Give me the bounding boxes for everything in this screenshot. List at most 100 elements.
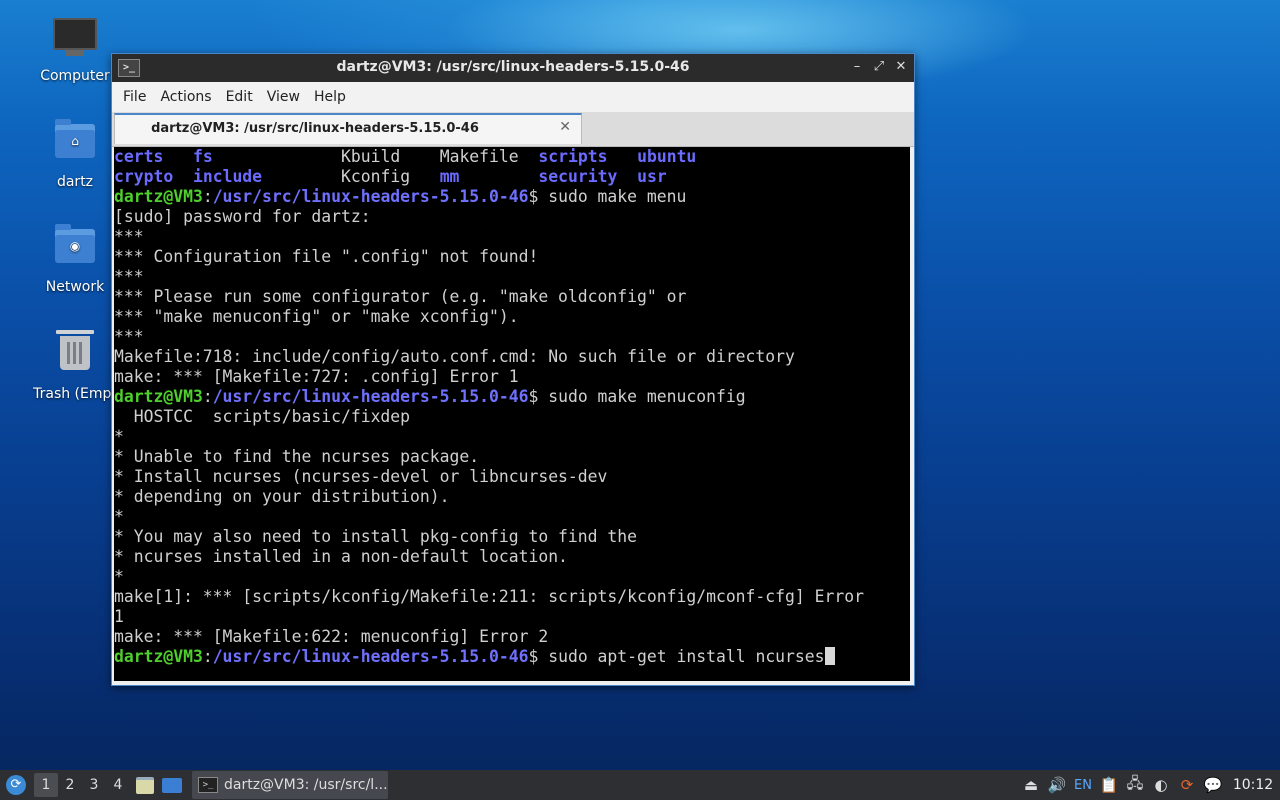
computer-icon xyxy=(53,18,97,62)
output-line: 1 xyxy=(114,607,124,626)
power-manager-icon[interactable]: ◐ xyxy=(1148,776,1174,794)
prompt-user: dartz@VM3 xyxy=(114,187,203,206)
output-line: * depending on your distribution). xyxy=(114,487,450,506)
text-cursor xyxy=(824,647,835,665)
menu-actions[interactable]: Actions xyxy=(153,82,218,112)
ls-entry-file: Kbuild xyxy=(341,147,401,166)
prompt-symbol: $ xyxy=(528,647,549,666)
tab-label: dartz@VM3: /usr/src/linux-headers-5.15.0… xyxy=(151,121,479,136)
ls-entry-dir: mm xyxy=(439,167,460,186)
task-label: dartz@VM3: /usr/src/l... xyxy=(224,777,388,793)
ls-entry-dir: usr xyxy=(637,167,667,186)
ls-entry-file: Kconfig xyxy=(341,167,411,186)
output-line: *** xyxy=(114,267,144,286)
desktop-icon-label: Network xyxy=(45,279,105,295)
tab-close-icon[interactable]: ✕ xyxy=(559,119,571,135)
update-notifier-icon[interactable]: ⟳ xyxy=(1174,776,1200,794)
desktop-icon-network[interactable]: ◉ Network xyxy=(25,224,125,295)
desktop-icon-trash[interactable]: Trash (Empt xyxy=(25,330,125,402)
command-text: sudo make menu xyxy=(548,187,687,206)
output-line: *** xyxy=(114,227,144,246)
lubuntu-logo-icon: ⟳ xyxy=(6,775,26,795)
minimize-button[interactable]: – xyxy=(848,58,866,76)
file-manager-icon xyxy=(136,776,154,794)
desktop-icon-label: Trash (Empt xyxy=(33,386,117,402)
output-line: * xyxy=(114,427,124,446)
ls-entry-dir: certs xyxy=(114,147,164,166)
terminal-window: >_ dartz@VM3: /usr/src/linux-headers-5.1… xyxy=(111,53,915,686)
menu-edit[interactable]: Edit xyxy=(219,82,260,112)
desktop-icon-computer[interactable]: Computer xyxy=(25,16,125,84)
window-title: dartz@VM3: /usr/src/linux-headers-5.15.0… xyxy=(336,59,690,75)
output-line: make[1]: *** [scripts/kconfig/Makefile:2… xyxy=(114,587,864,606)
menu-file[interactable]: File xyxy=(116,82,153,112)
desktop-icon-home[interactable]: ⌂ dartz xyxy=(25,119,125,190)
ls-entry-dir: security xyxy=(538,167,618,186)
ls-entry-dir: fs xyxy=(192,147,213,166)
prompt-line: dartz@VM3:/usr/src/linux-headers-5.15.0-… xyxy=(114,187,910,207)
ls-entry-dir: include xyxy=(192,167,263,186)
terminal-tab[interactable]: dartz@VM3: /usr/src/linux-headers-5.15.0… xyxy=(114,113,582,144)
workspace-4[interactable]: 4 xyxy=(106,773,130,797)
maximize-button[interactable]: ⤢ xyxy=(870,58,888,76)
notifications-icon[interactable]: 💬 xyxy=(1200,776,1226,794)
menu-help[interactable]: Help xyxy=(307,82,353,112)
workspace-2[interactable]: 2 xyxy=(58,773,82,797)
prompt-user: dartz@VM3 xyxy=(114,387,203,406)
network-icon[interactable]: 🖧 xyxy=(1122,773,1148,798)
workspace-1[interactable]: 1 xyxy=(34,773,58,797)
output-line: * Install ncurses (ncurses-devel or libn… xyxy=(114,467,608,486)
ls-row: certs fs Kbuild Makefile scripts ubuntu xyxy=(114,147,910,167)
terminal-output[interactable]: certs fs Kbuild Makefile scripts ubuntu … xyxy=(114,147,910,681)
eject-icon[interactable]: ⏏ xyxy=(1018,776,1044,794)
ls-entry-dir: crypto xyxy=(114,167,174,186)
prompt-path: /usr/src/linux-headers-5.15.0-46 xyxy=(212,387,529,406)
ls-row: crypto include Kconfig mm security usr xyxy=(114,167,910,187)
output-line: *** "make menuconfig" or "make xconfig")… xyxy=(114,307,519,326)
output-line: * xyxy=(114,567,124,586)
output-line: *** Configuration file ".config" not fou… xyxy=(114,247,539,266)
home-folder-icon: ⌂ xyxy=(53,119,97,168)
prompt-line: dartz@VM3:/usr/src/linux-headers-5.15.0-… xyxy=(114,387,910,407)
keyboard-layout[interactable]: EN xyxy=(1070,778,1096,793)
prompt-symbol: $ xyxy=(528,187,549,206)
output-line: * You may also need to install pkg-confi… xyxy=(114,527,638,546)
prompt-path: /usr/src/linux-headers-5.15.0-46 xyxy=(212,647,529,666)
network-folder-icon: ◉ xyxy=(53,224,97,273)
tab-bar: dartz@VM3: /usr/src/linux-headers-5.15.0… xyxy=(112,112,914,147)
volume-icon[interactable]: 🔊 xyxy=(1044,776,1070,794)
output-line: make: *** [Makefile:727: .config] Error … xyxy=(114,367,519,386)
prompt-separator: : xyxy=(202,187,213,206)
ls-entry-file: Makefile xyxy=(439,147,519,166)
ls-entry-dir: ubuntu xyxy=(637,147,697,166)
output-line: make: *** [Makefile:622: menuconfig] Err… xyxy=(114,627,549,646)
menu-bar: File Actions Edit View Help xyxy=(112,82,914,112)
command-text: sudo make menuconfig xyxy=(548,387,746,406)
file-manager-launcher[interactable] xyxy=(132,770,158,800)
prompt-path: /usr/src/linux-headers-5.15.0-46 xyxy=(212,187,529,206)
clock[interactable]: 10:12 xyxy=(1226,777,1280,793)
clipboard-icon[interactable]: 📋 xyxy=(1096,776,1122,794)
output-line: *** Please run some configurator (e.g. "… xyxy=(114,287,687,306)
prompt-line: dartz@VM3:/usr/src/linux-headers-5.15.0-… xyxy=(114,647,910,667)
desktop-icon xyxy=(162,777,182,793)
trash-icon xyxy=(53,330,97,380)
close-button[interactable]: ✕ xyxy=(892,58,910,76)
workspace-3[interactable]: 3 xyxy=(82,773,106,797)
output-line: * Unable to find the ncurses package. xyxy=(114,447,480,466)
taskbar-terminal-task[interactable]: >_ dartz@VM3: /usr/src/l... xyxy=(192,771,388,799)
output-line: [sudo] password for dartz: xyxy=(114,207,371,226)
prompt-separator: : xyxy=(202,647,213,666)
output-line: * ncurses installed in a non-default loc… xyxy=(114,547,568,566)
prompt-symbol: $ xyxy=(528,387,549,406)
terminal-icon: >_ xyxy=(198,777,218,793)
taskbar: ⟳ 1 2 3 4 >_ dartz@VM3: /usr/src/l... ⏏ … xyxy=(0,770,1280,800)
output-line: HOSTCC scripts/basic/fixdep xyxy=(114,407,411,426)
command-input[interactable]: sudo apt-get install ncurses xyxy=(548,647,824,666)
show-desktop-launcher[interactable] xyxy=(158,770,186,800)
start-menu-button[interactable]: ⟳ xyxy=(0,770,32,800)
workspace-switcher: 1 2 3 4 xyxy=(32,770,132,800)
window-titlebar[interactable]: >_ dartz@VM3: /usr/src/linux-headers-5.1… xyxy=(112,54,914,82)
output-line: Makefile:718: include/config/auto.conf.c… xyxy=(114,347,795,366)
menu-view[interactable]: View xyxy=(260,82,307,112)
